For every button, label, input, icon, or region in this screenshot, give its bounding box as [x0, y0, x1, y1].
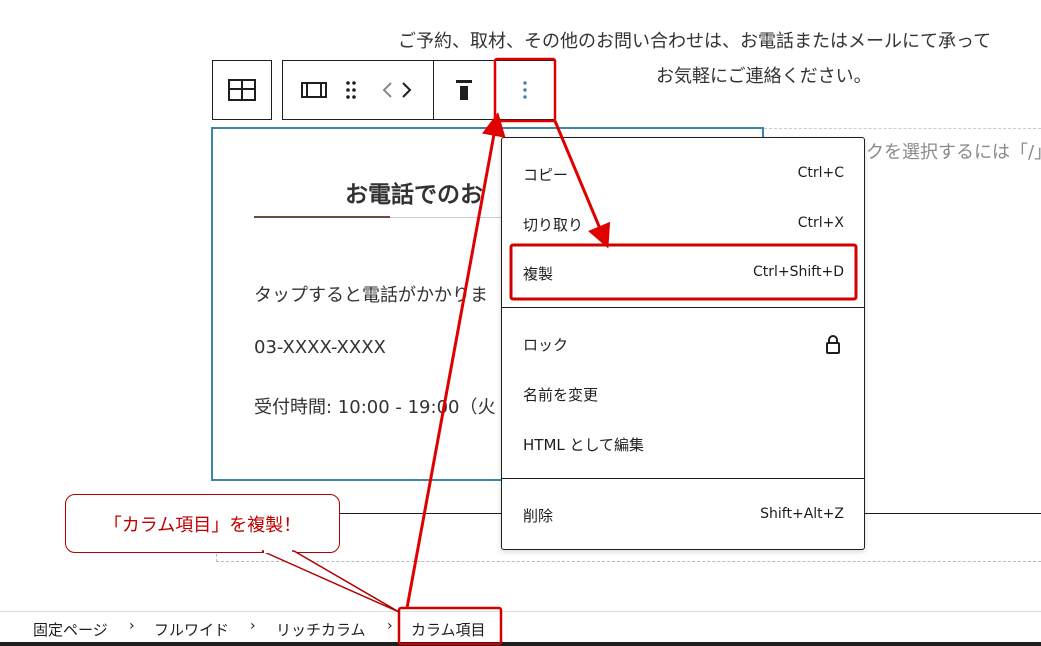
menu-item-shortcut: Ctrl+X [797, 215, 844, 231]
menu-item-delete[interactable]: 削除 Shift+Alt+Z [502, 495, 864, 535]
lock-icon [826, 335, 840, 354]
drag-handle-icon [346, 81, 356, 99]
column-heading[interactable]: お電話でのお [345, 175, 483, 209]
move-left-right-icon [382, 82, 412, 98]
block-type-button[interactable] [291, 61, 337, 119]
menu-item-label: コピー [523, 166, 569, 184]
column-block-icon [301, 82, 327, 98]
menu-item-shortcut: Ctrl+Shift+D [753, 264, 844, 280]
heading-divider-accent [254, 216, 390, 218]
empty-block-outline [764, 128, 1041, 129]
menu-item-label: 複製 [523, 265, 554, 283]
toolbar-separator [433, 61, 434, 119]
bottom-edge-strip [0, 642, 1041, 646]
menu-item-label: 削除 [523, 507, 554, 525]
drag-handle[interactable] [337, 61, 365, 119]
more-vertical-icon [522, 81, 527, 99]
menu-separator [502, 478, 864, 479]
menu-item-shortcut: Ctrl+C [797, 165, 844, 181]
menu-separator [502, 307, 864, 308]
block-breadcrumb: 固定ページ › フルワイド › リッチカラム › カラム項目 [0, 611, 1041, 646]
block-options-menu: コピー Ctrl+C 切り取り Ctrl+X 複製 Ctrl+Shift+D ロ… [501, 137, 865, 550]
menu-item-copy[interactable]: コピー Ctrl+C [502, 154, 864, 194]
annotation-callout-text: 「カラム項目」を複製！ [103, 514, 302, 536]
chevron-right-icon: › [129, 618, 135, 634]
breadcrumb-item[interactable]: リッチカラム [276, 619, 366, 640]
chevron-right-icon: › [387, 618, 393, 634]
block-toolbar [282, 60, 555, 120]
vertical-align-top-icon [456, 80, 472, 100]
intro-text-line-1: ご予約、取材、その他のお問い合わせは、お電話またはメールにて承って [398, 31, 992, 52]
menu-item-shortcut: Shift+Alt+Z [760, 506, 844, 522]
menu-item-label: ロック [523, 336, 569, 354]
breadcrumb-item-current[interactable]: カラム項目 [411, 619, 486, 640]
block-placeholder-text[interactable]: クを選択するには「/」 [866, 138, 1041, 164]
business-hours-text[interactable]: 受付時間: 10:00 - 19:00（火 [254, 393, 495, 419]
select-parent-button[interactable] [213, 61, 271, 119]
menu-item-lock[interactable]: ロック [502, 324, 864, 364]
phone-number-text[interactable]: 03-XXXX-XXXX [254, 337, 386, 358]
chevron-right-icon: › [250, 618, 256, 634]
breadcrumb-item[interactable]: 固定ページ [33, 619, 108, 640]
menu-item-rename[interactable]: 名前を変更 [502, 374, 864, 414]
breadcrumb-item[interactable]: フルワイド [154, 619, 229, 640]
menu-item-label: 切り取り [523, 216, 584, 234]
menu-item-edit-as-html[interactable]: HTML として編集 [502, 424, 864, 464]
vertical-align-button[interactable] [435, 61, 493, 119]
select-parent-toolbar [212, 60, 272, 120]
options-button[interactable] [495, 61, 554, 119]
menu-item-cut[interactable]: 切り取り Ctrl+X [502, 204, 864, 244]
menu-item-duplicate[interactable]: 複製 Ctrl+Shift+D [502, 253, 864, 293]
columns-grid-icon [228, 79, 256, 101]
menu-item-label: 名前を変更 [523, 386, 599, 404]
menu-item-label: HTML として編集 [523, 436, 645, 454]
annotation-callout: 「カラム項目」を複製！ [65, 494, 340, 553]
move-buttons[interactable] [375, 61, 419, 119]
column-paragraph[interactable]: タップすると電話がかかりま [254, 281, 488, 307]
intro-text-line-2: お気軽にご連絡ください。 [656, 66, 872, 87]
